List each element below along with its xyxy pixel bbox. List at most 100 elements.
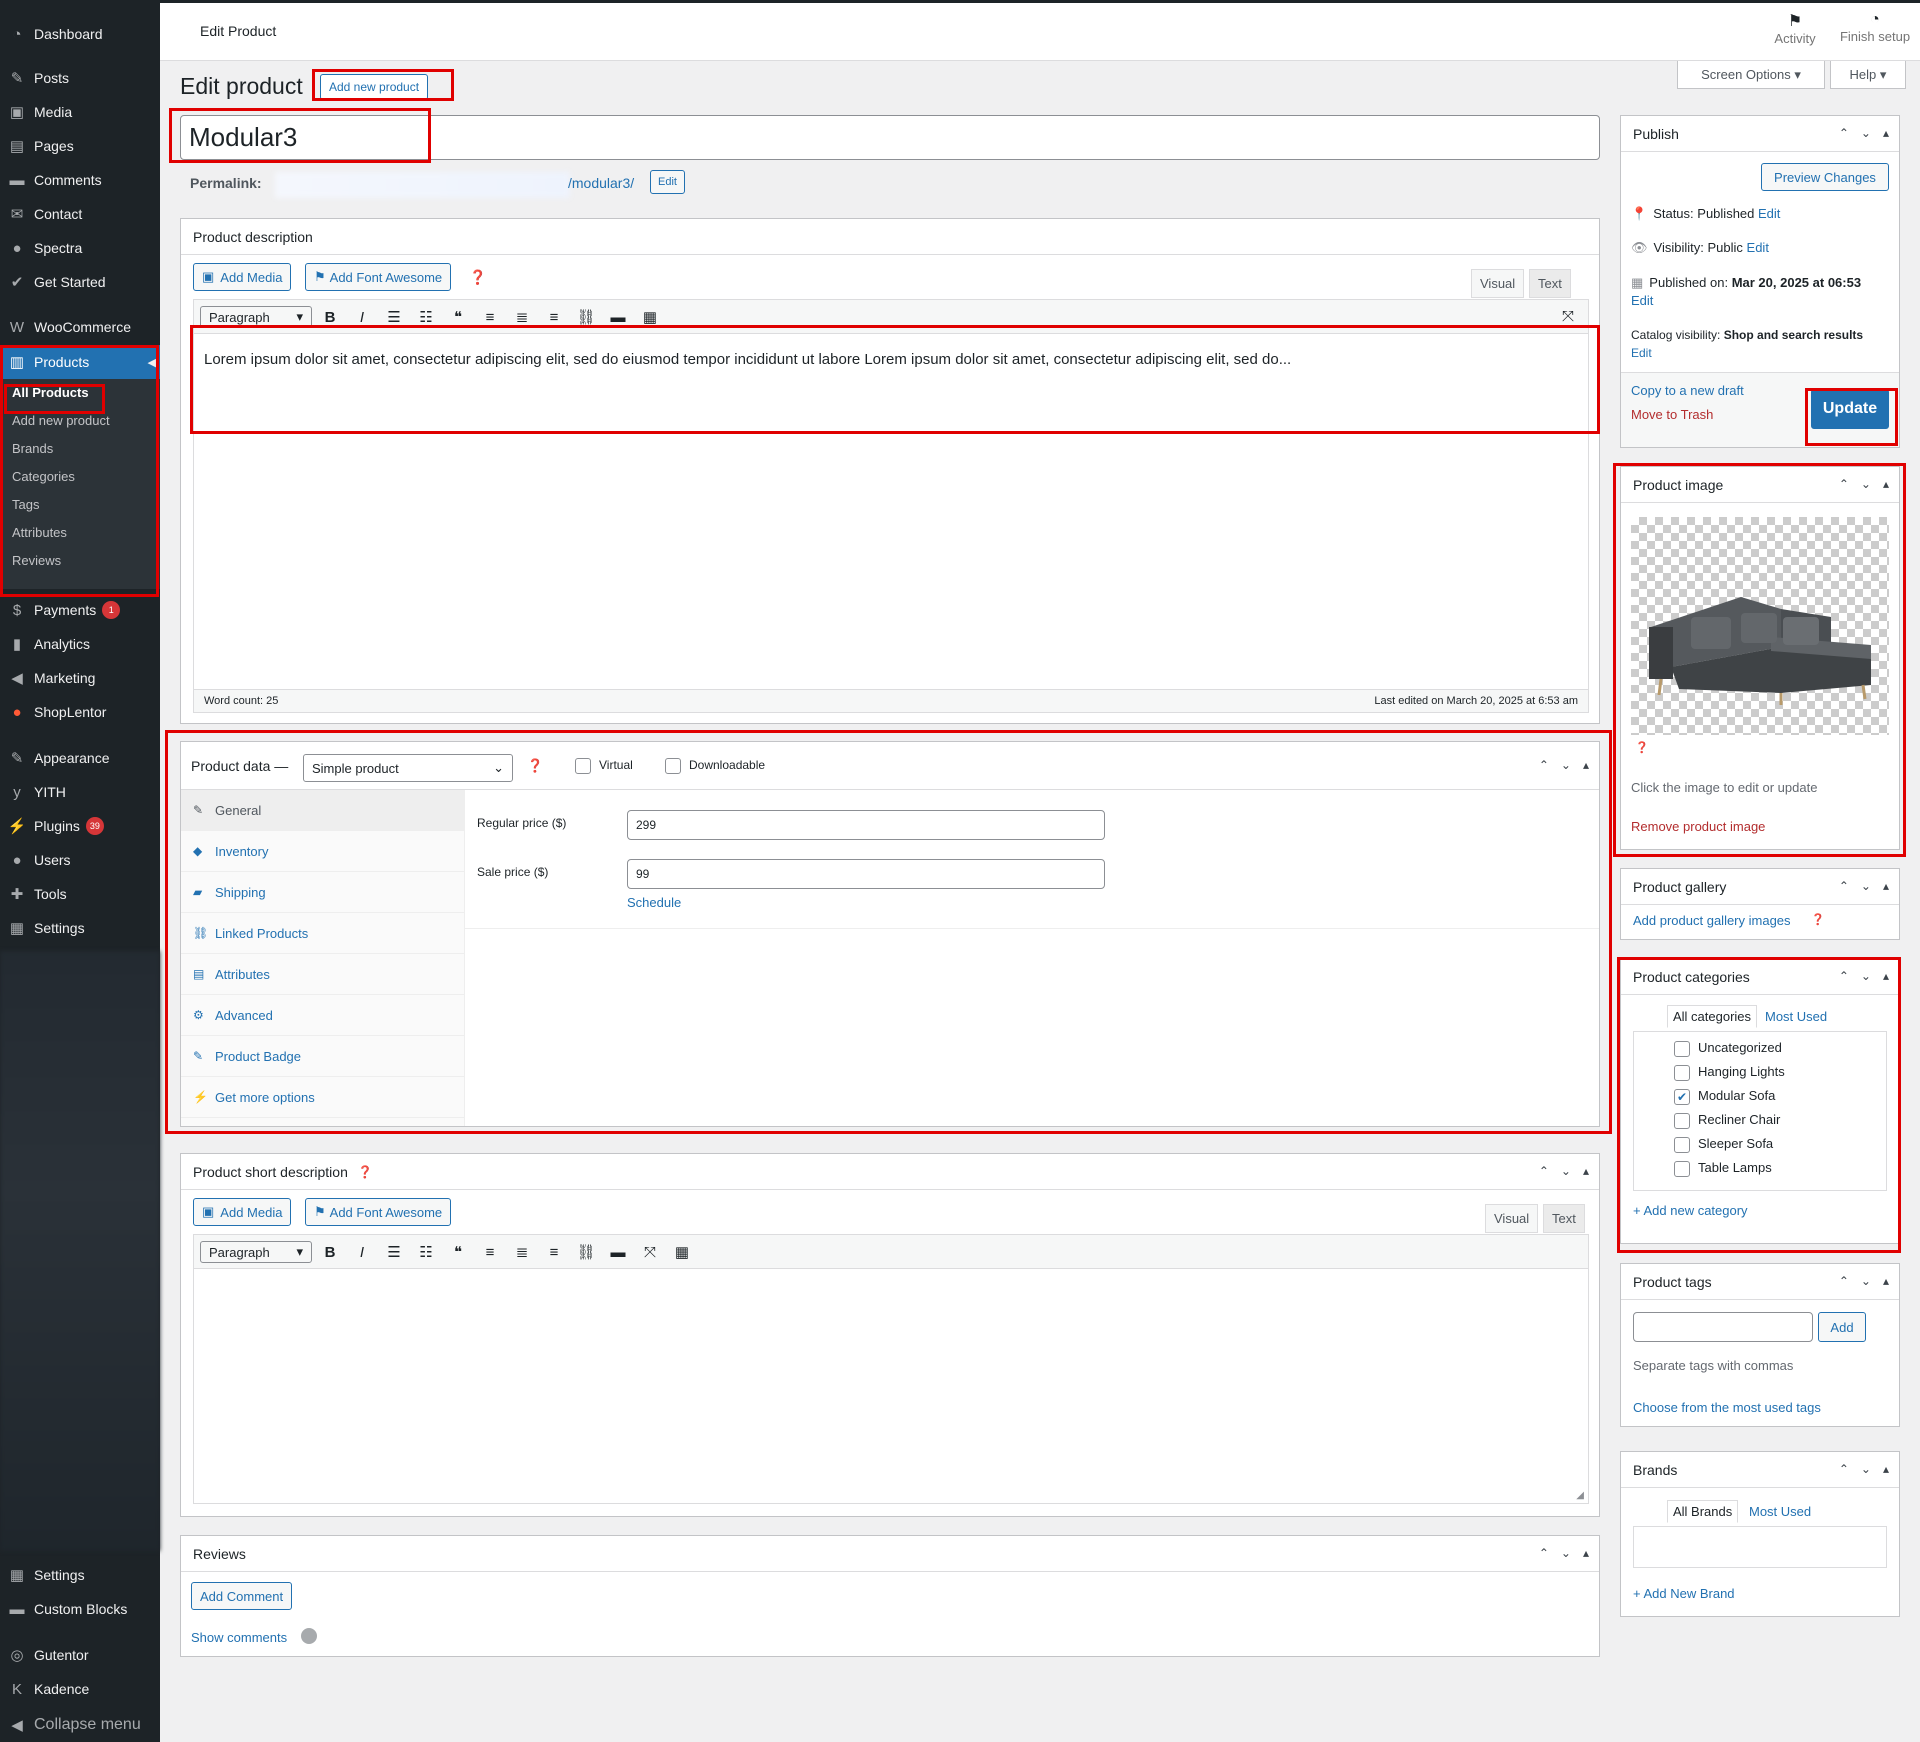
status-edit-link[interactable]: Edit	[1758, 206, 1780, 221]
toggle-icon[interactable]: ▴	[1583, 1546, 1589, 1560]
toggle-icon[interactable]: ▴	[1583, 1164, 1589, 1178]
help-icon[interactable]: ❓	[1811, 913, 1825, 926]
menu-tools[interactable]: ✚ Tools	[0, 877, 160, 911]
menu-contact[interactable]: ✉ Contact	[0, 197, 160, 231]
menu-analytics[interactable]: ▮ Analytics	[0, 627, 160, 661]
menu-comments[interactable]: ▬ Comments	[0, 163, 160, 197]
menu-get-started[interactable]: ✔ Get Started	[0, 265, 160, 299]
add-new-category-link[interactable]: + Add new category	[1633, 1203, 1748, 1218]
add-new-brand-link[interactable]: + Add New Brand	[1633, 1586, 1735, 1601]
align-left-icon[interactable]: ≡	[474, 309, 506, 326]
chevron-down-icon[interactable]: ⌄	[1861, 879, 1871, 893]
format-select[interactable]: Paragraph ▾	[200, 1241, 312, 1263]
tab-most-used-brands[interactable]: Most Used	[1749, 1504, 1811, 1519]
menu-appearance[interactable]: ✎ Appearance	[0, 741, 160, 775]
chevron-down-icon[interactable]: ⌄	[1861, 477, 1871, 491]
remove-image-link[interactable]: Remove product image	[1631, 819, 1765, 834]
align-center-icon[interactable]: ≣	[506, 308, 538, 326]
add-comment-button[interactable]: Add Comment	[191, 1582, 293, 1610]
tab-linked-products[interactable]: ⛓ Linked Products	[181, 913, 464, 954]
numbered-list-icon[interactable]: ☷	[410, 1243, 442, 1261]
catalog-edit-link[interactable]: Edit	[1631, 346, 1652, 360]
permalink-edit-button[interactable]: Edit	[650, 170, 685, 194]
chevron-down-icon[interactable]: ⌄	[1561, 1546, 1571, 1560]
virtual-checkbox[interactable]: Virtual	[575, 758, 633, 774]
product-title-input[interactable]: Modular3	[180, 115, 1600, 160]
chevron-up-icon[interactable]: ⌃	[1839, 1274, 1849, 1288]
resize-handle-icon[interactable]: ◢	[1576, 1490, 1584, 1501]
menu-collapse[interactable]: ◀ Collapse menu	[0, 1708, 160, 1742]
numbered-list-icon[interactable]: ☷	[410, 308, 442, 326]
chevron-up-icon[interactable]: ⌃	[1539, 1164, 1549, 1178]
bullet-list-icon[interactable]: ☰	[378, 1243, 410, 1261]
fullscreen-icon[interactable]: ⤧	[1562, 308, 1574, 325]
chevron-up-icon[interactable]: ⌃	[1839, 126, 1849, 140]
chevron-down-icon[interactable]: ⌄	[1561, 1164, 1571, 1178]
menu-settings-2[interactable]: ▦ Settings	[0, 1558, 160, 1592]
regular-price-input[interactable]: 299	[627, 810, 1105, 840]
menu-plugins[interactable]: ⚡ Plugins 39	[0, 809, 160, 843]
toggle-icon[interactable]: ▴	[1883, 969, 1889, 983]
link-icon[interactable]: ⛓	[570, 308, 602, 326]
chevron-down-icon[interactable]: ⌄	[1861, 126, 1871, 140]
add-gallery-images-link[interactable]: Add product gallery images	[1633, 913, 1791, 928]
help-icon[interactable]: ❓	[358, 1165, 373, 1179]
tab-most-used[interactable]: Most Used	[1765, 1009, 1827, 1024]
align-left-icon[interactable]: ≡	[474, 1244, 506, 1261]
toggle-icon[interactable]: ▴	[1883, 1274, 1889, 1288]
italic-icon[interactable]: I	[346, 309, 378, 326]
menu-marketing[interactable]: ◀ Marketing	[0, 661, 160, 695]
add-font-awesome-button[interactable]: ⚑ Add Font Awesome	[305, 263, 452, 291]
bold-icon[interactable]: B	[314, 309, 346, 326]
add-media-button[interactable]: ▣ Add Media	[193, 1198, 292, 1226]
toolbar-toggle-icon[interactable]: ▦	[634, 308, 666, 326]
toggle-icon[interactable]: ▴	[1883, 126, 1889, 140]
toolbar-toggle-icon[interactable]: ▦	[666, 1243, 698, 1261]
align-right-icon[interactable]: ≡	[538, 1244, 570, 1261]
tab-text[interactable]: Text	[1543, 1204, 1585, 1233]
fullscreen-icon[interactable]: ⤧	[634, 1244, 666, 1261]
category-modular-sofa[interactable]: ✔ Modular Sofa	[1674, 1088, 1775, 1105]
tab-shipping[interactable]: ▰ Shipping	[181, 872, 464, 913]
menu-spectra[interactable]: ● Spectra	[0, 231, 160, 265]
schedule-link[interactable]: Schedule	[627, 895, 681, 910]
add-font-awesome-button[interactable]: ⚑ Add Font Awesome	[305, 1198, 452, 1226]
quote-icon[interactable]: ❝	[442, 308, 474, 326]
show-comments-link[interactable]: Show comments	[191, 1630, 287, 1645]
product-image[interactable]	[1631, 517, 1889, 735]
category-table-lamps[interactable]: Table Lamps	[1674, 1160, 1772, 1177]
menu-kadence[interactable]: K Kadence	[0, 1672, 160, 1706]
menu-dashboard[interactable]: ◔ Dashboard	[0, 17, 160, 51]
finish-setup-button[interactable]: ◔ Finish setup	[1830, 11, 1920, 44]
toggle-icon[interactable]: ▴	[1883, 879, 1889, 893]
help-icon[interactable]: ❓	[527, 758, 543, 774]
menu-media[interactable]: ▣ Media	[0, 95, 160, 129]
menu-yith[interactable]: y YITH	[0, 775, 160, 809]
menu-gutentor[interactable]: ◎ Gutentor	[0, 1638, 160, 1672]
chevron-up-icon[interactable]: ⌃	[1839, 879, 1849, 893]
tab-advanced[interactable]: ⚙ Advanced	[181, 995, 464, 1036]
menu-custom-blocks[interactable]: ▬ Custom Blocks	[0, 1592, 160, 1626]
downloadable-checkbox[interactable]: Downloadable	[665, 758, 765, 774]
submenu-attributes[interactable]: Attributes	[0, 519, 160, 547]
choose-tags-link[interactable]: Choose from the most used tags	[1633, 1400, 1821, 1415]
align-right-icon[interactable]: ≡	[538, 309, 570, 326]
submenu-all-products[interactable]: All Products	[0, 379, 160, 407]
menu-payments[interactable]: $ Payments 1	[0, 593, 160, 627]
sale-price-input[interactable]: 99	[627, 859, 1105, 889]
chevron-up-icon[interactable]: ⌃	[1539, 1546, 1549, 1560]
submenu-tags[interactable]: Tags	[0, 491, 160, 519]
chevron-up-icon[interactable]: ⌃	[1839, 477, 1849, 491]
tab-product-badge[interactable]: ✎ Product Badge	[181, 1036, 464, 1077]
menu-pages[interactable]: ▤ Pages	[0, 129, 160, 163]
category-sleeper-sofa[interactable]: Sleeper Sofa	[1674, 1136, 1773, 1153]
menu-shoplentor[interactable]: ● ShopLentor	[0, 695, 160, 729]
add-tag-button[interactable]: Add	[1818, 1312, 1866, 1342]
more-tag-icon[interactable]: ▬	[602, 1244, 634, 1261]
format-select[interactable]: Paragraph ▾	[200, 306, 312, 328]
chevron-up-icon[interactable]: ⌃	[1839, 1462, 1849, 1476]
product-type-select[interactable]: Simple product ⌄	[303, 754, 513, 782]
tab-inventory[interactable]: ◆ Inventory	[181, 831, 464, 872]
submenu-categories[interactable]: Categories	[0, 463, 160, 491]
submenu-reviews[interactable]: Reviews	[0, 547, 160, 575]
